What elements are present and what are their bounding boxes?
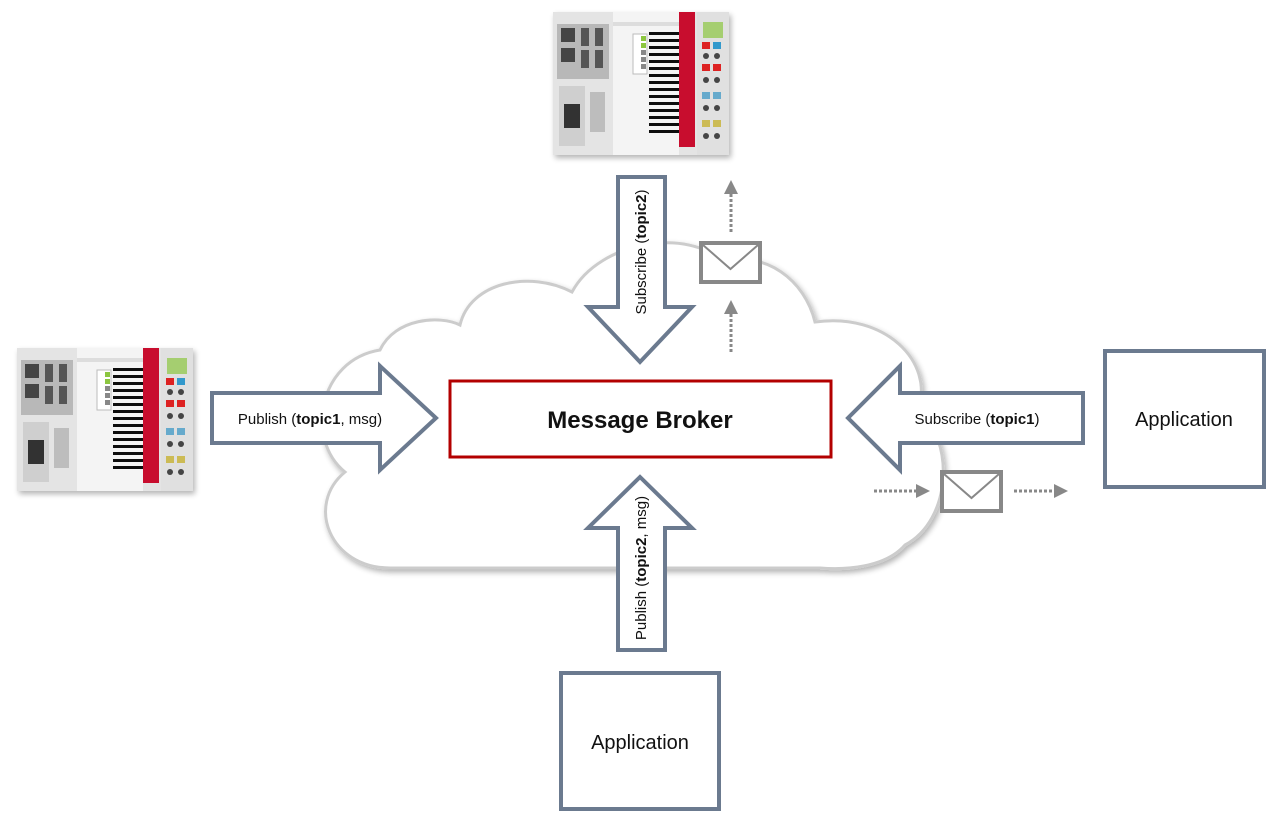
publish-topic2-label: Publish (topic2, msg) bbox=[633, 496, 650, 640]
envelope-icon-right bbox=[940, 470, 1003, 513]
plc-device-left bbox=[16, 347, 194, 492]
application-label-bottom: Application bbox=[591, 732, 689, 754]
application-label-right: Application bbox=[1135, 409, 1233, 431]
dotted-arrow-top-upper bbox=[724, 180, 738, 232]
subscribe-topic1-label: Subscribe (topic1) bbox=[914, 411, 1039, 428]
envelope-icon-top bbox=[699, 241, 762, 284]
subscribe-topic2-label: Subscribe (topic2) bbox=[633, 189, 650, 314]
mqtt-diagram: Message Broker Publish (topic1, msg) Sub… bbox=[16, 11, 1266, 811]
publish-topic1-label: Publish (topic1, msg) bbox=[238, 411, 382, 428]
dotted-arrow-right-out bbox=[1014, 484, 1068, 498]
message-broker-label: Message Broker bbox=[547, 407, 732, 434]
plc-device-top bbox=[552, 11, 730, 156]
